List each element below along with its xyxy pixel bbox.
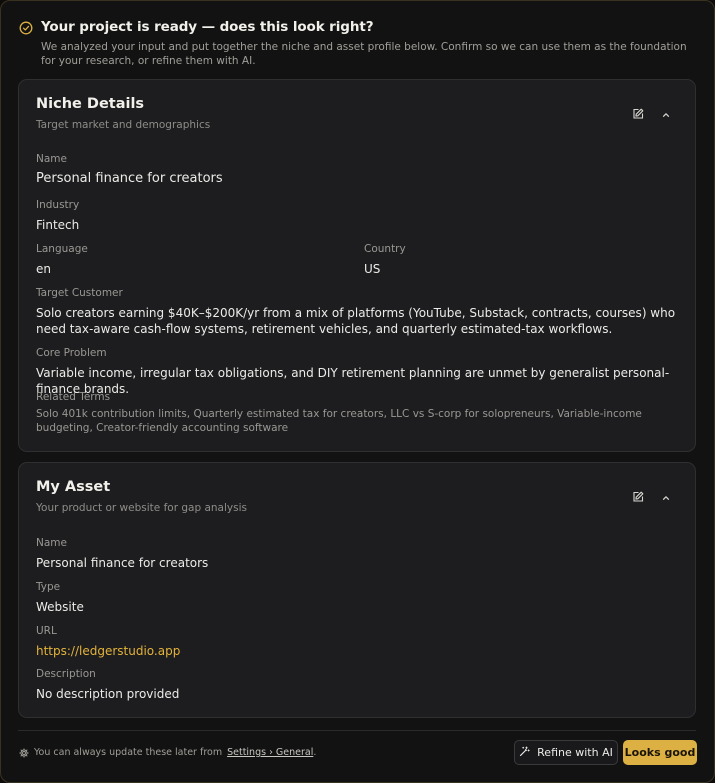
country-field: Country US bbox=[364, 243, 678, 277]
field-label: Name bbox=[36, 153, 67, 165]
magic-wand-icon bbox=[519, 746, 530, 760]
settings-general-link[interactable]: Settings › General bbox=[227, 747, 313, 758]
field-label: Name bbox=[36, 537, 67, 549]
field-label: Country bbox=[364, 243, 406, 255]
asset-url-field: URL https://ledgerstudio.app bbox=[36, 625, 678, 659]
check-circle-icon bbox=[19, 20, 33, 35]
footer-divider bbox=[18, 730, 696, 731]
refine-with-ai-button[interactable]: Refine with AI bbox=[514, 740, 618, 765]
asset-url-link[interactable]: https://ledgerstudio.app bbox=[36, 643, 678, 659]
niche-name-value: Personal finance for creators bbox=[36, 171, 223, 186]
target-customer-value: Solo creators earning $40K–$200K/yr from… bbox=[36, 306, 676, 336]
looks-good-button[interactable]: Looks good bbox=[623, 740, 697, 765]
language-value: en bbox=[36, 262, 51, 276]
industry-field: Industry Fintech bbox=[36, 199, 678, 233]
niche-name-field: Name Personal finance for creators bbox=[36, 153, 678, 187]
asset-card-subtitle: Your product or website for gap analysis bbox=[36, 502, 247, 514]
industry-value: Fintech bbox=[36, 218, 80, 232]
header: Your project is ready — does this look r… bbox=[19, 19, 696, 68]
gear-icon bbox=[19, 747, 29, 758]
my-asset-card: My Asset Your product or website for gap… bbox=[18, 462, 696, 718]
page-title: Your project is ready — does this look r… bbox=[41, 19, 374, 35]
related-terms-field: Related Terms Solo 401k contribution lim… bbox=[36, 391, 681, 435]
asset-edit-button[interactable] bbox=[631, 490, 645, 504]
footer-note-text: You can always update these later from bbox=[34, 747, 223, 758]
niche-card-subtitle: Target market and demographics bbox=[36, 119, 211, 131]
asset-description-value: No description provided bbox=[36, 687, 180, 701]
field-label: URL bbox=[36, 625, 57, 637]
field-label: Language bbox=[36, 243, 88, 255]
asset-type-field: Type Website bbox=[36, 581, 678, 615]
country-value: US bbox=[364, 262, 381, 276]
chevron-up-icon bbox=[661, 488, 671, 507]
asset-name-field: Name Personal finance for creators bbox=[36, 537, 678, 571]
target-customer-field: Target Customer Solo creators earning $4… bbox=[36, 287, 681, 337]
core-problem-field: Core Problem Variable income, irregular … bbox=[36, 347, 678, 397]
niche-details-card: Niche Details Target market and demograp… bbox=[18, 79, 696, 452]
niche-collapse-button[interactable] bbox=[659, 107, 673, 121]
niche-card-title: Niche Details bbox=[36, 96, 145, 112]
field-label: Target Customer bbox=[36, 287, 123, 299]
related-terms-value: Solo 401k contribution limits, Quarterly… bbox=[36, 408, 642, 434]
asset-collapse-button[interactable] bbox=[659, 490, 673, 504]
field-label: Core Problem bbox=[36, 347, 107, 359]
chevron-up-icon bbox=[661, 105, 671, 124]
pencil-edit-icon bbox=[632, 488, 644, 507]
field-label: Type bbox=[36, 581, 61, 593]
field-label: Related Terms bbox=[36, 391, 111, 403]
field-label: Description bbox=[36, 668, 96, 680]
field-label: Industry bbox=[36, 199, 80, 211]
asset-description-field: Description No description provided bbox=[36, 668, 678, 702]
asset-card-title: My Asset bbox=[36, 479, 111, 495]
page-subtitle: We analyzed your input and put together … bbox=[41, 41, 687, 67]
pencil-edit-icon bbox=[632, 105, 644, 124]
niche-edit-button[interactable] bbox=[631, 107, 645, 121]
footer-note-suffix: . bbox=[313, 747, 317, 758]
refine-button-label: Refine with AI bbox=[537, 746, 613, 759]
footer-note: You can always update these later from S… bbox=[19, 747, 316, 758]
asset-name-value: Personal finance for creators bbox=[36, 556, 209, 570]
looks-good-label: Looks good bbox=[624, 746, 696, 759]
language-field: Language en bbox=[36, 243, 336, 277]
asset-type-value: Website bbox=[36, 600, 84, 614]
confirmation-panel: Your project is ready — does this look r… bbox=[0, 0, 715, 783]
